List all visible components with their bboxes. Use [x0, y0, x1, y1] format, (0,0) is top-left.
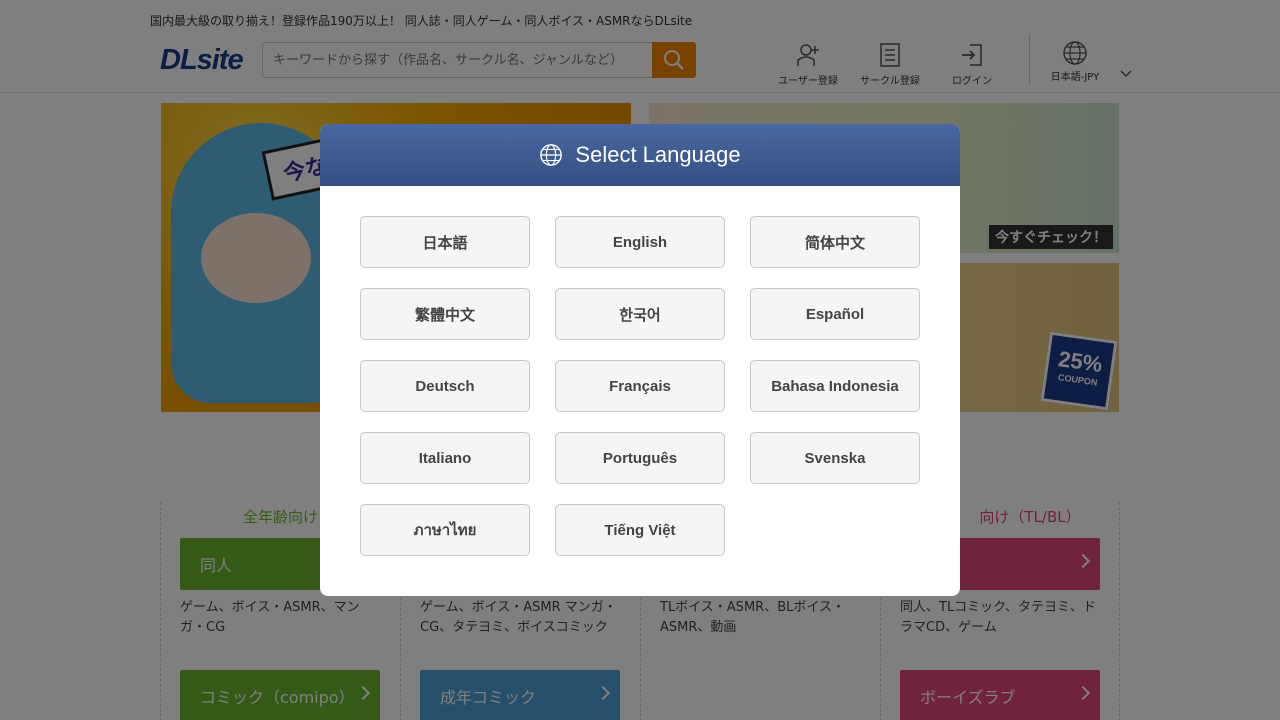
modal-header: Select Language: [320, 124, 960, 186]
language-option[interactable]: Português: [555, 432, 725, 484]
language-option[interactable]: Deutsch: [360, 360, 530, 412]
language-option[interactable]: Svenska: [750, 432, 920, 484]
modal-title: Select Language: [575, 142, 741, 167]
language-modal: Select Language 日本語 English 简体中文 繁體中文 한국…: [320, 124, 960, 596]
language-option[interactable]: 日本語: [360, 216, 530, 268]
language-option[interactable]: 简体中文: [750, 216, 920, 268]
language-option[interactable]: 한국어: [555, 288, 725, 340]
language-option[interactable]: Español: [750, 288, 920, 340]
language-option[interactable]: Tiếng Việt: [555, 504, 725, 556]
language-option[interactable]: Bahasa Indonesia: [750, 360, 920, 412]
language-option[interactable]: Français: [555, 360, 725, 412]
language-option[interactable]: Italiano: [360, 432, 530, 484]
language-option[interactable]: ภาษาไทย: [360, 504, 530, 556]
language-option[interactable]: English: [555, 216, 725, 268]
globe-icon: [540, 144, 563, 166]
language-option[interactable]: 繁體中文: [360, 288, 530, 340]
